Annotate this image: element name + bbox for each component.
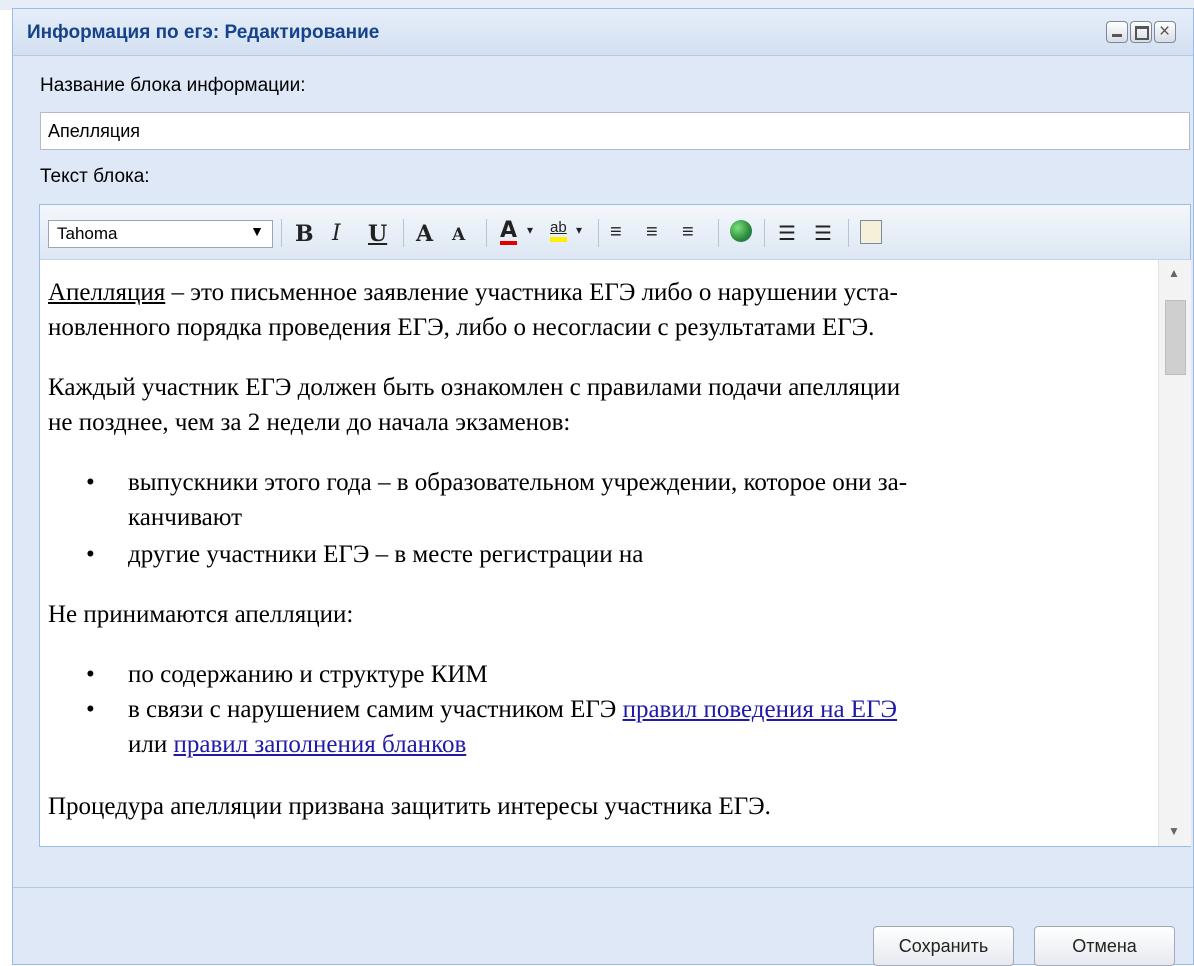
block-name-input[interactable] <box>40 112 1190 150</box>
italic-button[interactable]: I <box>332 221 341 246</box>
source-edit-icon[interactable] <box>860 220 882 244</box>
save-button[interactable]: Сохранить <box>873 926 1014 966</box>
close-button[interactable]: × <box>1154 21 1176 43</box>
list-item: другие участники ЕГЭ – в месте регистрац… <box>128 541 644 568</box>
list-item: выпускники этого года – в образовательно… <box>128 469 908 496</box>
toolbar-divider <box>718 219 719 247</box>
bullet-icon: • <box>86 541 95 568</box>
term-apellyatsiya: Апелляция <box>48 279 166 306</box>
font-color-button[interactable]: A <box>500 220 518 245</box>
toolbar-divider <box>281 219 282 247</box>
toolbar-divider <box>598 219 599 247</box>
dialog-title: Информация по егэ: Редактирование <box>27 22 380 43</box>
paragraph-text: Процедура апелляции призвана защитить ин… <box>48 793 771 820</box>
maximize-button[interactable] <box>1130 21 1152 43</box>
list-item-text: или <box>128 731 174 758</box>
list-item: в связи с нарушением самим участником ЕГ… <box>128 692 1138 727</box>
edit-dialog: Информация по егэ: Редактирование × Назв… <box>12 8 1194 965</box>
link-behavior-rules[interactable]: правил поведения на ЕГЭ <box>623 696 897 723</box>
shrink-font-button[interactable]: A <box>452 225 465 245</box>
link-icon[interactable] <box>730 220 752 242</box>
list-item: по содержанию и структуре КИМ <box>128 661 488 688</box>
font-select-value: Tahoma <box>57 224 118 243</box>
list-item: канчивают <box>128 504 243 531</box>
toolbar-divider <box>764 219 765 247</box>
close-icon: × <box>1159 21 1171 42</box>
link-form-rules[interactable]: правил заполнения бланков <box>173 731 466 758</box>
font-select[interactable]: Tahoma ▼ <box>48 220 273 248</box>
toolbar-divider <box>403 219 404 247</box>
bullet-icon: • <box>86 661 95 688</box>
bold-button[interactable]: B <box>295 221 314 247</box>
editor-content[interactable]: Апелляция – это письменное заявление уча… <box>40 260 1158 846</box>
chevron-down-icon: ▾ <box>527 223 534 237</box>
paragraph-text: Не принимаются апелляции: <box>48 601 354 628</box>
text-label: Текст блока: <box>40 166 150 187</box>
list-item: или правил заполнения бланков <box>128 727 1138 762</box>
paragraph-text: новленного порядка проведения ЕГЭ, либо … <box>48 314 875 341</box>
list-item-text: в связи с нарушением самим участником ЕГ… <box>128 696 623 723</box>
paragraph-text: – это письменное заявление участника ЕГЭ… <box>165 279 898 306</box>
rich-text-editor: Tahoma ▼ B I U A A A ▾ ab ▾ ≡ ≡ ≡ ☰ ☰ Ап… <box>39 204 1191 847</box>
scroll-down-icon[interactable]: ▼ <box>1168 824 1180 838</box>
underline-button[interactable]: U <box>368 221 387 247</box>
dialog-titlebar[interactable]: Информация по егэ: Редактирование × <box>13 9 1193 56</box>
bullet-icon: • <box>86 696 95 723</box>
bullet-list-icon[interactable]: ☰ <box>814 221 832 246</box>
toolbar-divider <box>486 219 487 247</box>
paragraph-definition: Апелляция – это письменное заявление уча… <box>48 275 1148 310</box>
paragraph-text: не позднее, чем за 2 недели до начала эк… <box>48 409 571 436</box>
highlight-color-button[interactable]: ab <box>550 219 567 242</box>
scrollbar-thumb[interactable] <box>1165 300 1186 375</box>
name-label: Название блока информации: <box>40 75 306 96</box>
chevron-down-icon: ▼ <box>250 223 264 239</box>
editor-scrollbar[interactable]: ▲ ▼ <box>1158 260 1191 846</box>
minimize-button[interactable] <box>1106 21 1128 43</box>
scroll-up-icon[interactable]: ▲ <box>1168 266 1180 280</box>
align-left-icon[interactable]: ≡ <box>610 221 622 244</box>
align-right-icon[interactable]: ≡ <box>682 221 694 244</box>
chevron-down-icon: ▾ <box>576 223 583 237</box>
toolbar-divider <box>848 219 849 247</box>
footer-divider <box>13 887 1193 888</box>
editor-toolbar: Tahoma ▼ B I U A A A ▾ ab ▾ ≡ ≡ ≡ ☰ ☰ <box>40 205 1190 260</box>
cancel-button[interactable]: Отмена <box>1034 926 1175 966</box>
grow-font-button[interactable]: A <box>416 221 433 247</box>
numbered-list-icon[interactable]: ☰ <box>778 221 796 246</box>
bullet-icon: • <box>86 469 95 496</box>
align-center-icon[interactable]: ≡ <box>646 221 658 244</box>
paragraph-text: Каждый участник ЕГЭ должен быть ознакомл… <box>48 374 901 401</box>
